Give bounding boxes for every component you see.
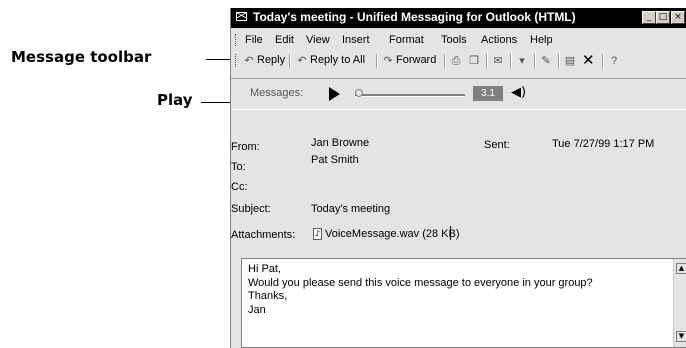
toolbar-separator	[534, 54, 536, 68]
print-icon[interactable]: ⎙	[450, 55, 462, 67]
attachment-file[interactable]: VoiceMessage.wav (28 KB)	[325, 228, 460, 240]
playback-time: 3.1	[473, 86, 503, 101]
audio-file-icon[interactable]: ♪	[313, 228, 322, 240]
subject-value: Today's meeting	[311, 203, 391, 215]
toolbar-separator	[510, 54, 512, 68]
toolbar-separator	[376, 54, 378, 68]
menu-actions[interactable]: Actions	[481, 34, 517, 46]
voice-player-bar: Messages: 3.1 ◀)	[231, 78, 686, 110]
toolbar-separator	[444, 54, 446, 68]
minimize-button[interactable]: _	[642, 11, 656, 24]
menu-format[interactable]: Format	[389, 34, 424, 46]
menu-file[interactable]: File	[245, 34, 263, 46]
outlook-window: Today's meeting - Unified Messaging for …	[230, 8, 686, 348]
delete-icon[interactable]: ✕	[582, 53, 595, 68]
menu-view[interactable]: View	[306, 34, 330, 46]
speaker-volume-icon[interactable]: ◀)	[511, 85, 526, 100]
message-toolbar-callout: Message toolbar	[11, 48, 152, 66]
message-line: Thanks,	[248, 290, 288, 302]
play-icon[interactable]	[329, 87, 340, 101]
cc-label: Cc:	[231, 181, 248, 193]
address-book-icon[interactable]: ▤	[564, 55, 576, 67]
message-line: Jan	[248, 303, 266, 316]
toolbar-separator	[558, 54, 560, 68]
vertical-scrollbar[interactable]: ▲ ▼	[673, 259, 686, 347]
message-line: Hi Pat,	[248, 263, 282, 275]
flag-icon[interactable]: ▾	[516, 55, 528, 67]
message-text: Hi Pat, Would you please send this voice…	[248, 263, 593, 317]
menu-insert[interactable]: Insert	[342, 34, 370, 46]
move-icon[interactable]: ✉	[492, 55, 504, 67]
toolbar-separator	[602, 54, 604, 68]
play-callout: Play	[157, 91, 193, 109]
reply-button[interactable]: Reply	[257, 54, 285, 66]
menu-grip[interactable]	[235, 34, 238, 46]
close-button[interactable]: ×	[671, 11, 685, 24]
to-label: To:	[231, 161, 246, 173]
maximize-button[interactable]: □	[656, 11, 670, 24]
help-icon[interactable]: ?	[608, 55, 620, 67]
copy-icon[interactable]: ❐	[468, 55, 480, 67]
scroll-up-icon[interactable]: ▲	[676, 263, 686, 274]
attachments-label: Attachments:	[231, 229, 296, 241]
window-title: Today's meeting - Unified Messaging for …	[253, 10, 576, 24]
message-toolbar: ↶ Reply ↶ Reply to All ↷ Forward ⎙ ❐ ✉ ▾…	[231, 51, 686, 71]
to-value[interactable]: Pat Smith	[311, 154, 359, 166]
forward-button[interactable]: Forward	[396, 54, 436, 66]
playback-slider[interactable]	[355, 94, 465, 97]
slider-knob-icon[interactable]	[355, 89, 363, 97]
menu-bar: File Edit View Insert Format Tools Actio…	[231, 31, 686, 49]
from-value[interactable]: Jan Browne	[311, 137, 369, 149]
sent-value: Tue 7/27/99 1:17 PM	[552, 138, 655, 150]
message-line: Would you please send this voice message…	[248, 276, 593, 289]
toolbar-grip[interactable]	[235, 54, 238, 67]
menu-edit[interactable]: Edit	[275, 34, 294, 46]
menu-tools[interactable]: Tools	[441, 34, 467, 46]
toolbar-separator	[486, 54, 488, 68]
menu-help[interactable]: Help	[530, 34, 553, 46]
text-caret	[450, 226, 451, 240]
reply-icon[interactable]: ↶	[243, 55, 255, 67]
reply-all-button[interactable]: Reply to All	[310, 54, 365, 66]
messages-label: Messages:	[250, 87, 304, 99]
forward-icon[interactable]: ↷	[382, 55, 394, 67]
compose-icon[interactable]: ✎	[540, 55, 552, 67]
toolbar-separator	[289, 54, 291, 68]
from-label: From:	[231, 141, 260, 153]
message-body[interactable]: Hi Pat, Would you please send this voice…	[241, 258, 686, 348]
title-bar: Today's meeting - Unified Messaging for …	[231, 8, 686, 28]
envelope-icon	[236, 12, 247, 21]
sent-label: Sent:	[484, 139, 510, 151]
reply-all-icon[interactable]: ↶	[296, 55, 308, 67]
subject-label: Subject:	[231, 203, 271, 215]
